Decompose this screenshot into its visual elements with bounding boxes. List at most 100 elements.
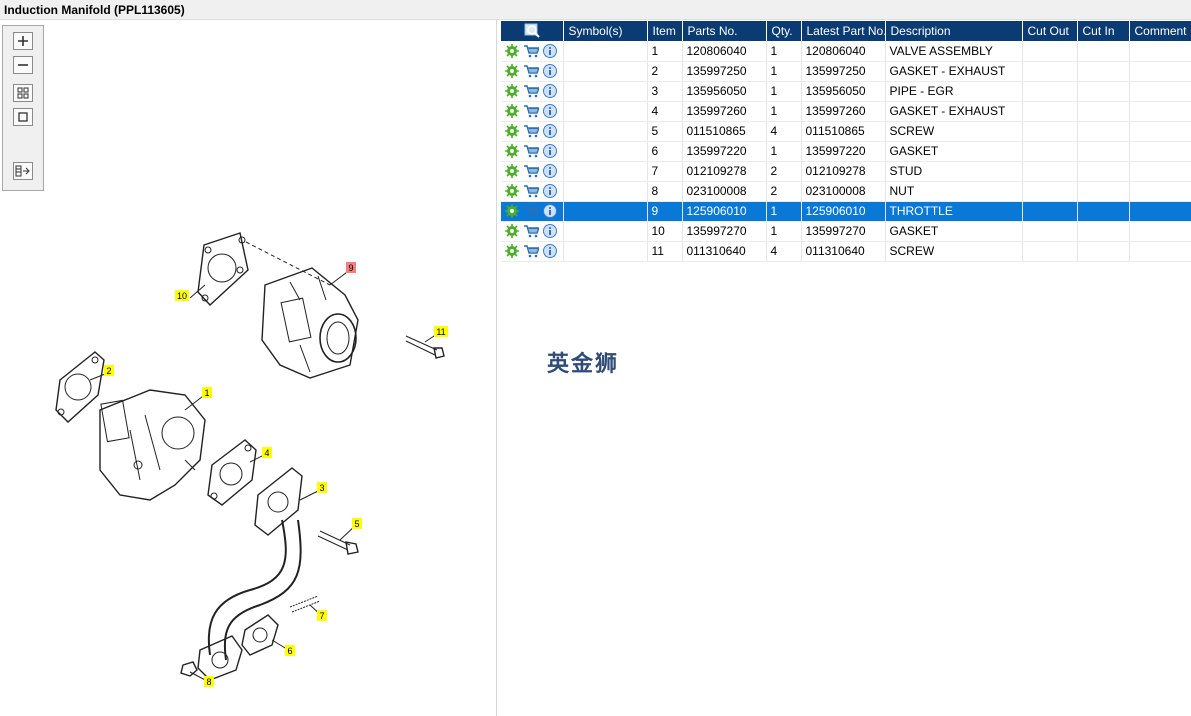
- cart-icon[interactable]: [523, 104, 539, 118]
- info-icon[interactable]: [543, 124, 557, 138]
- callout-1[interactable]: 1: [202, 387, 212, 398]
- parts-table: Symbol(s) Item Parts No. Qty. Latest Par…: [501, 21, 1191, 262]
- table-row[interactable]: 5 011510865 4 011510865 SCREW: [501, 121, 1191, 142]
- cell-latest-part-no: 135997250: [801, 61, 886, 82]
- cart-icon[interactable]: [523, 124, 539, 138]
- exploded-parts-diagram: 9 10 11 2 1 4 3 5 7 6 8: [55, 232, 448, 687]
- cell-cut-out: [1022, 141, 1078, 162]
- cell-part-no: 135997270: [682, 221, 767, 242]
- diagram-pane[interactable]: 9 10 11 2 1 4 3 5 7 6 8: [0, 20, 497, 716]
- cell-cut-out: [1022, 241, 1078, 262]
- row-actions: [501, 221, 564, 242]
- cell-latest-part-no: 135997260: [801, 101, 886, 122]
- gear-icon[interactable]: [505, 64, 519, 78]
- info-icon[interactable]: [543, 224, 557, 238]
- callout-4[interactable]: 4: [262, 447, 272, 458]
- table-row[interactable]: 4 135997260 1 135997260 GASKET - EXHAUST: [501, 101, 1191, 122]
- table-row[interactable]: 10 135997270 1 135997270 GASKET: [501, 221, 1191, 242]
- cell-item: 9: [647, 201, 683, 222]
- callout-6[interactable]: 6: [285, 645, 295, 656]
- cell-qty: 1: [766, 201, 802, 222]
- col-comment[interactable]: Comment: [1129, 21, 1191, 41]
- col-latest-part-no[interactable]: Latest Part No.: [801, 21, 886, 41]
- cart-icon[interactable]: [523, 44, 539, 58]
- table-row[interactable]: 3 135956050 1 135956050 PIPE - EGR: [501, 81, 1191, 102]
- info-icon[interactable]: [543, 244, 557, 258]
- cell-comment: [1129, 101, 1191, 122]
- svg-text:3: 3: [319, 483, 324, 493]
- col-cut-in[interactable]: Cut In: [1077, 21, 1130, 41]
- callout-9[interactable]: 9: [346, 262, 356, 273]
- table-row[interactable]: 1 120806040 1 120806040 VALVE ASSEMBLY: [501, 41, 1191, 62]
- info-icon[interactable]: [543, 164, 557, 178]
- gear-icon[interactable]: [505, 244, 519, 258]
- gear-icon[interactable]: [505, 144, 519, 158]
- parts-table-body: 1 120806040 1 120806040 VALVE ASSEMBLY 2 13599…: [501, 41, 1191, 262]
- cell-latest-part-no: 023100008: [801, 181, 886, 202]
- row-actions: [501, 241, 564, 262]
- table-row[interactable]: 7 012109278 2 012109278 STUD: [501, 161, 1191, 182]
- cell-qty: 1: [766, 81, 802, 102]
- cell-qty: 4: [766, 241, 802, 262]
- cart-icon[interactable]: [523, 144, 539, 158]
- search-table-icon[interactable]: [501, 21, 564, 41]
- cart-icon[interactable]: [523, 184, 539, 198]
- table-row[interactable]: 11 011310640 4 011310640 SCREW: [501, 241, 1191, 262]
- cart-icon[interactable]: [523, 204, 539, 218]
- callout-2[interactable]: 2: [104, 365, 114, 376]
- callout-5[interactable]: 5: [352, 518, 362, 529]
- cell-cut-in: [1077, 161, 1130, 182]
- cell-qty: 1: [766, 141, 802, 162]
- info-icon[interactable]: [543, 84, 557, 98]
- cell-part-no: 011310640: [682, 241, 767, 262]
- cell-item: 5: [647, 121, 683, 142]
- col-qty[interactable]: Qty.: [766, 21, 802, 41]
- cell-item: 6: [647, 141, 683, 162]
- gear-icon[interactable]: [505, 43, 519, 58]
- cart-icon[interactable]: [523, 64, 539, 78]
- info-icon[interactable]: [543, 64, 557, 78]
- table-row[interactable]: 8 023100008 2 023100008 NUT: [501, 181, 1191, 202]
- cell-cut-in: [1077, 241, 1130, 262]
- cell-qty: 1: [766, 221, 802, 242]
- cart-icon[interactable]: [523, 244, 539, 258]
- gear-icon[interactable]: [505, 204, 519, 218]
- gear-icon[interactable]: [505, 104, 519, 118]
- callout-7[interactable]: 7: [317, 610, 327, 621]
- info-icon[interactable]: [543, 43, 557, 58]
- col-cut-out[interactable]: Cut Out: [1022, 21, 1078, 41]
- col-part-no[interactable]: Parts No.: [682, 21, 767, 41]
- col-description[interactable]: Description: [885, 21, 1023, 41]
- cell-latest-part-no: 125906010: [801, 201, 886, 222]
- info-icon[interactable]: [543, 104, 557, 118]
- info-icon[interactable]: [543, 184, 557, 198]
- callout-3[interactable]: 3: [317, 482, 327, 493]
- cart-icon[interactable]: [523, 224, 539, 238]
- cart-icon[interactable]: [523, 84, 539, 98]
- row-actions: [501, 61, 564, 82]
- gear-icon[interactable]: [505, 124, 519, 138]
- info-icon[interactable]: [543, 204, 557, 218]
- cell-item: 7: [647, 161, 683, 182]
- gear-icon[interactable]: [505, 224, 519, 238]
- gear-icon[interactable]: [505, 184, 519, 198]
- svg-text:4: 4: [264, 448, 269, 458]
- cart-icon[interactable]: [523, 164, 539, 178]
- table-row[interactable]: 6 135997220 1 135997220 GASKET: [501, 141, 1191, 162]
- col-item[interactable]: Item: [647, 21, 683, 41]
- gear-icon[interactable]: [505, 164, 519, 178]
- cell-latest-part-no: 135956050: [801, 81, 886, 102]
- cell-latest-part-no: 011510865: [801, 121, 886, 142]
- cell-symbols: [563, 141, 648, 162]
- col-symbols[interactable]: Symbol(s): [563, 21, 648, 41]
- cell-part-no: 125906010: [682, 201, 767, 222]
- callout-11[interactable]: 11: [434, 326, 448, 337]
- table-row[interactable]: 9 125906010 1 125906010 THROTTLE: [501, 201, 1191, 222]
- info-icon[interactable]: [543, 144, 557, 158]
- cell-cut-out: [1022, 201, 1078, 222]
- table-row[interactable]: 2 135997250 1 135997250 GASKET - EXHAUST: [501, 61, 1191, 82]
- gear-icon[interactable]: [505, 84, 519, 98]
- cell-symbols: [563, 81, 648, 102]
- callout-8[interactable]: 8: [204, 676, 214, 687]
- callout-10[interactable]: 10: [175, 290, 189, 301]
